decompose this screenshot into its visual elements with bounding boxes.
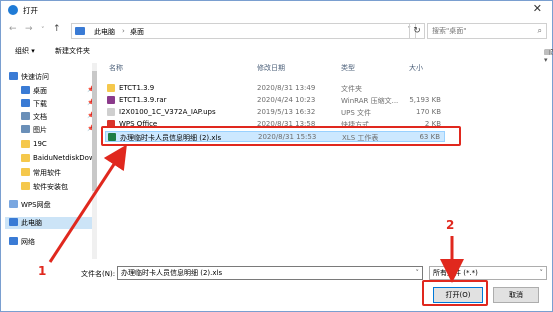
arrow-to-file — [48, 144, 127, 263]
annotation-arrows — [48, 144, 464, 283]
annotation-number-2: 2 — [446, 218, 455, 232]
annotation-number-1: 1 — [38, 264, 47, 278]
